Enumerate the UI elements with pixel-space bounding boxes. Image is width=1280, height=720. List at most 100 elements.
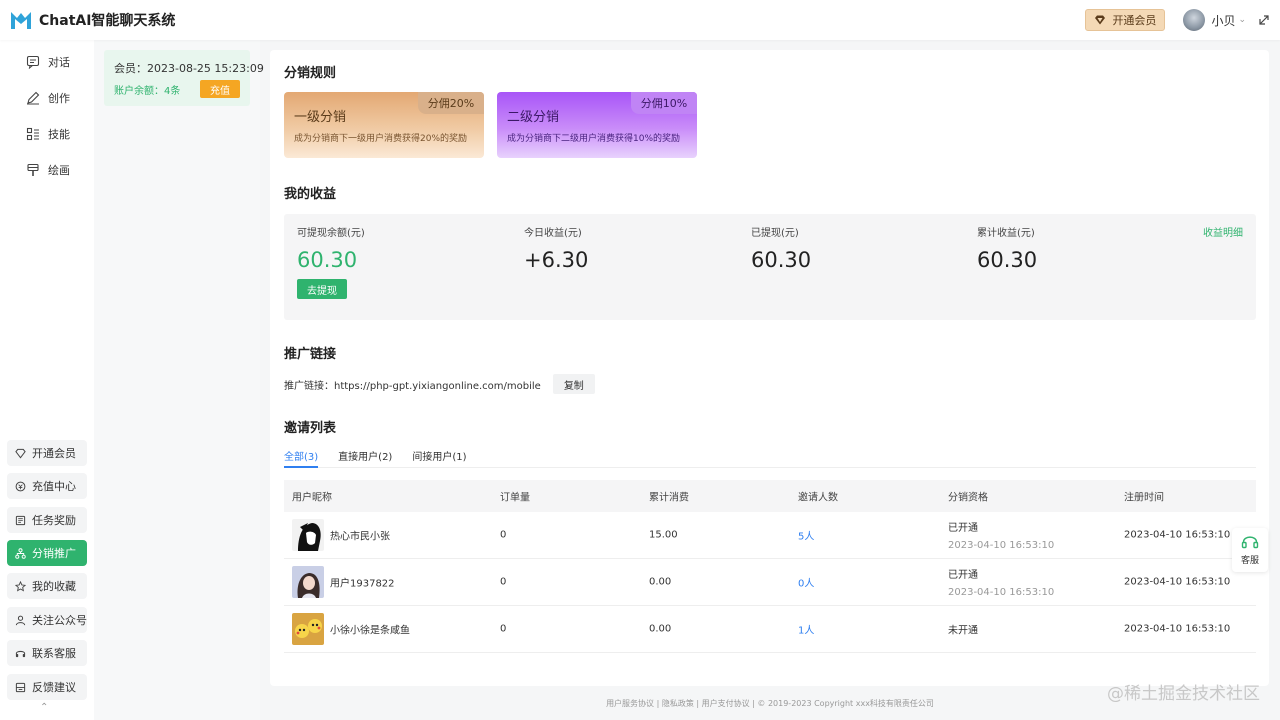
rule-name-level2: 二级分销: [507, 110, 560, 125]
nav-label-paint: 绘画: [48, 164, 70, 177]
user-avatar: [292, 566, 324, 598]
nav-item-skill[interactable]: 技能: [26, 126, 70, 142]
row-spend: 0.00: [649, 576, 672, 588]
nav-contact-service[interactable]: 联系客服: [7, 640, 87, 666]
nav-feedback-label: 反馈建议: [32, 681, 76, 694]
avatar[interactable]: [1183, 9, 1206, 31]
row-orders: 0: [500, 576, 507, 588]
nav-label-skill: 技能: [48, 128, 70, 141]
open-vip-button[interactable]: 开通会员: [1085, 9, 1166, 31]
nav-favorites[interactable]: 我的收藏: [7, 573, 87, 599]
watermark: @稀土掘金技术社区: [1107, 684, 1260, 704]
earnings-box: 可提现余额(元) 60.30 去提现 今日收益(元) +6.30 已提现(元) …: [284, 214, 1256, 320]
row-spend: 0.00: [649, 623, 672, 635]
customer-service-label: 客服: [1240, 556, 1259, 566]
row-invited[interactable]: 0人: [798, 575, 814, 590]
table-row: 小徐小徐是条咸鱼 0 0.00 1人 未开通 2023-04-10 16:53:…: [284, 606, 1256, 653]
row-status-time: 2023-04-10 16:53:10: [948, 540, 1055, 551]
rule-badge-level1: 分佣20%: [418, 92, 484, 114]
row-orders: 0: [500, 529, 507, 541]
star-icon: [15, 580, 26, 592]
col-nickname: 用户昵称: [292, 492, 332, 504]
nav-item-create[interactable]: 创作: [26, 90, 70, 106]
paint-icon: [27, 163, 39, 176]
member-panel: 会员：2023-08-25 15:23:09 账户余额：4条 充值: [94, 40, 264, 720]
row-status-cell: 未开通: [948, 622, 978, 637]
nav-item-paint[interactable]: 绘画: [26, 162, 70, 178]
recharge-button[interactable]: 充值: [200, 80, 240, 98]
col-orders: 订单量: [500, 492, 530, 504]
diamond-icon: [1095, 15, 1106, 25]
left-nav: 对话 创作 技能 绘画 开通会员 充值中心 任务奖励 分销推广 我的收藏 关注公…: [0, 40, 94, 720]
tab-all[interactable]: 全部(3): [284, 448, 319, 468]
nav-distribution[interactable]: 分销推广: [7, 540, 87, 566]
row-status: 已开通: [948, 523, 978, 534]
user-icon: [15, 615, 26, 625]
promo-title: 推广链接: [284, 347, 337, 362]
user-avatar: [292, 519, 324, 551]
invite-table: 用户昵称 订单量 累计消费 邀请人数 分销资格 注册时间 热心市民小张 0 15…: [284, 480, 1256, 653]
nav-follow-official-label: 关注公众号: [32, 614, 87, 627]
row-status-cell: 已开通 2023-04-10 16:53:10: [948, 519, 1054, 551]
nav-task-reward[interactable]: 任务奖励: [7, 507, 87, 533]
rule-name-level1: 一级分销: [294, 110, 347, 125]
rule-card-level2: 分佣10% 二级分销 成为分销商下二级用户消费获得10%的奖励: [497, 92, 697, 158]
customer-service-button[interactable]: 客服: [1232, 528, 1268, 572]
open-vip-label: 开通会员: [1112, 14, 1157, 27]
nav-label-chat: 对话: [48, 56, 70, 69]
stat-total-label: 累计收益(元): [977, 228, 1035, 239]
nav-open-vip[interactable]: 开通会员: [7, 440, 87, 466]
row-invited[interactable]: 5人: [798, 528, 814, 543]
withdraw-button[interactable]: 去提现: [297, 279, 347, 299]
row-registered: 2023-04-10 16:53:10: [1124, 529, 1231, 541]
row-status: 未开通: [948, 625, 978, 637]
row-registered: 2023-04-10 16:53:10: [1124, 623, 1231, 635]
task-icon: [15, 515, 26, 525]
edit-icon: [27, 91, 40, 105]
stat-today: 今日收益(元) +6.30: [524, 224, 588, 272]
row-nickname: 小徐小徐是条咸鱼: [330, 625, 410, 637]
logout-icon[interactable]: [1258, 14, 1270, 26]
account-balance: 账户余额：4条: [114, 85, 181, 97]
nav-follow-official[interactable]: 关注公众号: [7, 607, 87, 633]
col-spend: 累计消费: [649, 492, 689, 504]
stat-withdrawn-label: 已提现(元): [751, 228, 799, 239]
rule-desc-level2: 成为分销商下二级用户消费获得10%的奖励: [507, 134, 681, 144]
row-status: 已开通: [948, 570, 978, 581]
chat-icon: [26, 55, 40, 69]
nav-label-create: 创作: [48, 92, 70, 105]
user-name[interactable]: 小贝: [1211, 12, 1235, 29]
tab-indirect-users[interactable]: 间接用户(1): [412, 448, 466, 468]
row-status-cell: 已开通 2023-04-10 16:53:10: [948, 566, 1054, 598]
nav-feedback[interactable]: 反馈建议: [7, 674, 87, 700]
copy-button[interactable]: 复制: [552, 374, 595, 394]
earnings-detail-link[interactable]: 收益明细: [1203, 224, 1243, 239]
stat-withdrawable: 可提现余额(元) 60.30: [297, 224, 365, 272]
stat-withdrawable-value: 60.30: [297, 248, 358, 272]
tab-direct-users[interactable]: 直接用户(2): [338, 448, 392, 468]
row-status-time: 2023-04-10 16:53:10: [948, 587, 1055, 598]
earnings-title: 我的收益: [284, 187, 337, 202]
skill-icon: [26, 127, 39, 141]
chevron-up-icon[interactable]: ⌃: [40, 702, 48, 713]
nav-recharge-center[interactable]: 充值中心: [7, 473, 87, 499]
nav-item-chat[interactable]: 对话: [26, 54, 70, 70]
col-invited: 邀请人数: [798, 492, 838, 504]
stat-today-label: 今日收益(元): [524, 228, 582, 239]
row-nickname: 用户1937822: [330, 578, 395, 590]
table-row: 用户1937822 0 0.00 0人 已开通 2023-04-10 16:53…: [284, 559, 1256, 606]
nav-favorites-label: 我的收藏: [32, 580, 76, 593]
stat-total: 累计收益(元) 60.30: [977, 224, 1037, 272]
stat-withdrawable-label: 可提现余额(元): [297, 228, 365, 239]
stat-total-value: 60.30: [977, 248, 1038, 272]
diamond-icon: [15, 448, 26, 458]
rule-badge-level2: 分佣10%: [631, 92, 697, 114]
nav-recharge-center-label: 充值中心: [32, 480, 76, 493]
row-orders: 0: [500, 623, 507, 635]
stat-withdrawn: 已提现(元) 60.30: [751, 224, 811, 272]
stat-today-value: +6.30: [524, 248, 589, 272]
logo-icon: [11, 12, 31, 29]
row-invited[interactable]: 1人: [798, 622, 814, 637]
nav-task-reward-label: 任务奖励: [32, 514, 76, 527]
chevron-down-icon[interactable]: ⌄: [1238, 15, 1246, 25]
